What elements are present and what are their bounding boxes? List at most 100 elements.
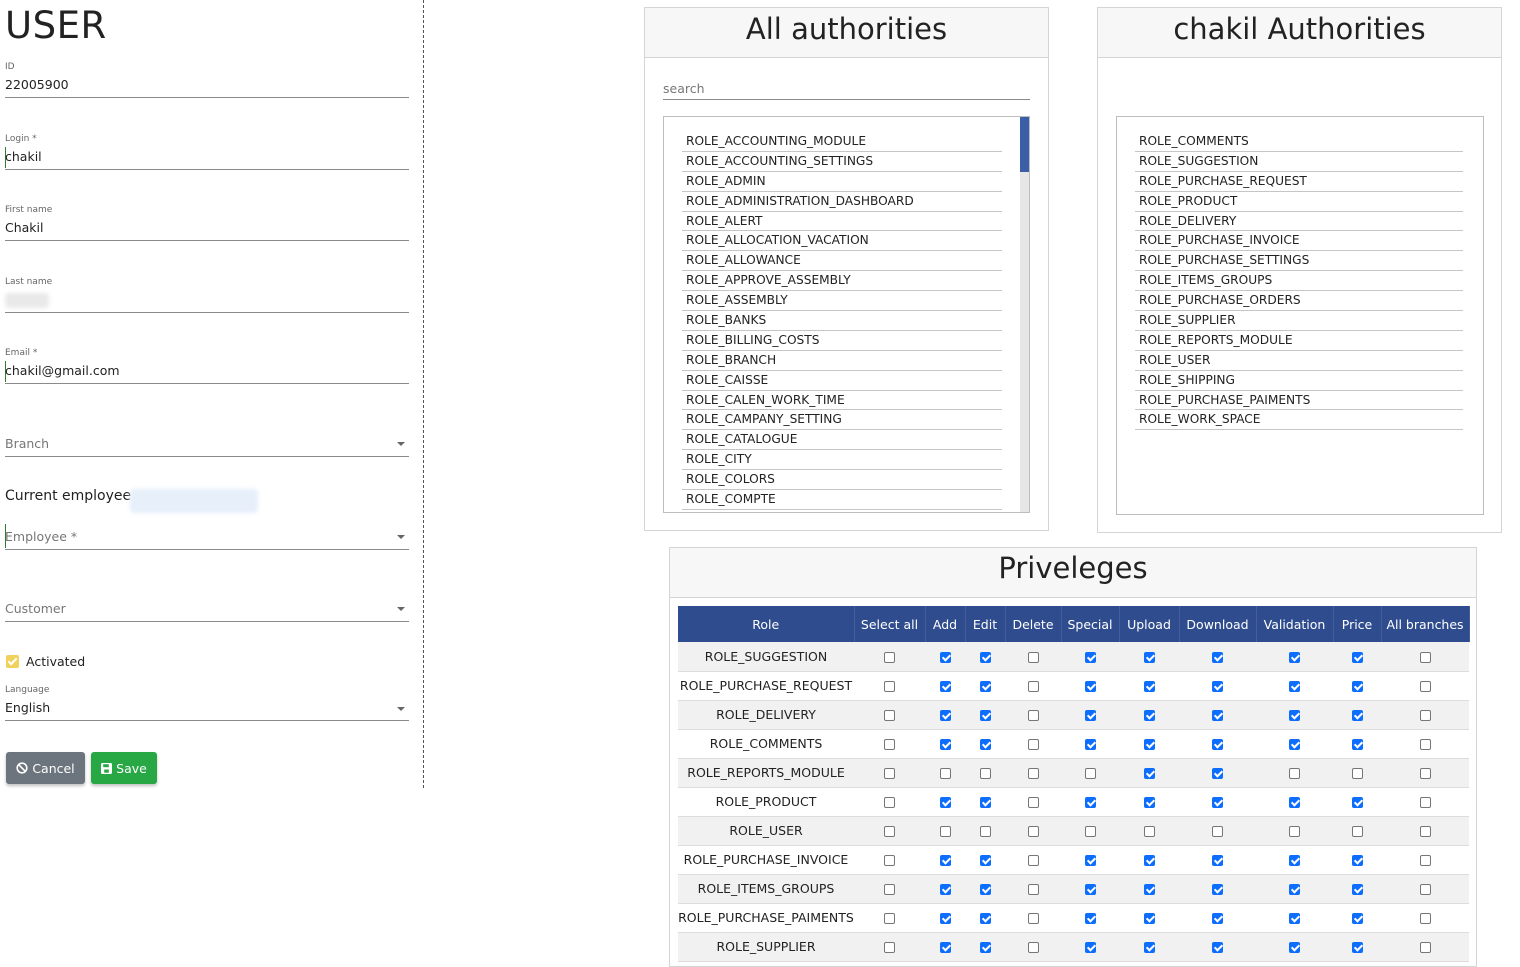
privilege-checkbox-delete[interactable] [1027, 826, 1039, 837]
privilege-checkbox-download[interactable] [1212, 855, 1223, 866]
privilege-checkbox-delete[interactable] [1027, 710, 1039, 721]
privilege-checkbox-price[interactable] [1351, 768, 1363, 779]
privilege-checkbox-download[interactable] [1212, 739, 1223, 750]
user-authority-list-item[interactable]: ROLE_SUPPLIER [1135, 311, 1463, 331]
privilege-checkbox-add[interactable] [939, 681, 951, 692]
privilege-checkbox-add[interactable] [939, 884, 951, 895]
all-authorities-list[interactable]: ROLE_ACCOUNTING_MODULE ROLE_ACCOUNTING_SE… [663, 116, 1030, 513]
privilege-checkbox-add[interactable] [939, 942, 951, 953]
customer-select[interactable]: Customer [5, 595, 409, 622]
privilege-checkbox-special[interactable] [1084, 826, 1096, 837]
privilege-checkbox-special[interactable] [1084, 913, 1096, 924]
user-authority-list-item[interactable]: ROLE_DELIVERY [1135, 212, 1463, 232]
privilege-checkbox-validation[interactable] [1289, 739, 1300, 750]
user-authority-list-item[interactable]: ROLE_ITEMS_GROUPS [1135, 271, 1463, 292]
user-authority-list-item[interactable]: ROLE_PURCHASE_REQUEST [1135, 172, 1463, 192]
privilege-checkbox-select-all[interactable] [884, 797, 895, 808]
privilege-checkbox-delete[interactable] [1027, 739, 1039, 750]
authority-list-item[interactable]: ROLE_BILLING_COSTS [682, 331, 1002, 351]
privilege-checkbox-upload[interactable] [1143, 913, 1155, 924]
privilege-checkbox-price[interactable] [1351, 913, 1363, 924]
privilege-checkbox-edit[interactable] [979, 826, 991, 837]
privilege-checkbox-select-all[interactable] [884, 855, 895, 866]
authority-list-item[interactable]: ROLE_ALERT [682, 212, 1002, 232]
privilege-checkbox-download[interactable] [1212, 942, 1223, 953]
privilege-checkbox-select-all[interactable] [884, 884, 895, 895]
privilege-checkbox-download[interactable] [1212, 710, 1223, 721]
privilege-checkbox-delete[interactable] [1027, 681, 1039, 692]
privilege-checkbox-select-all[interactable] [884, 826, 895, 837]
search-field[interactable] [663, 77, 1030, 100]
privilege-checkbox-price[interactable] [1351, 942, 1363, 953]
privilege-checkbox-upload[interactable] [1143, 739, 1155, 750]
privilege-checkbox-add[interactable] [939, 768, 951, 779]
privilege-checkbox-validation[interactable] [1289, 710, 1300, 721]
authority-list-item[interactable]: ROLE_ACCOUNTING_SETTINGS [682, 152, 1002, 172]
privilege-checkbox-special[interactable] [1084, 739, 1096, 750]
authority-list-item[interactable]: ROLE_ASSEMBLY [682, 291, 1002, 312]
privilege-checkbox-validation[interactable] [1289, 797, 1300, 808]
privilege-checkbox-delete[interactable] [1027, 855, 1039, 866]
privilege-checkbox-delete[interactable] [1027, 797, 1039, 808]
privilege-checkbox-special[interactable] [1084, 681, 1096, 692]
privilege-checkbox-special[interactable] [1084, 884, 1096, 895]
privilege-checkbox-price[interactable] [1351, 855, 1363, 866]
privilege-checkbox-download[interactable] [1212, 651, 1223, 663]
authority-list-item[interactable]: ROLE_ADMINISTRATION_DASHBOARD [682, 192, 1002, 212]
user-authority-list-item[interactable]: ROLE_PURCHASE_INVOICE [1135, 231, 1463, 252]
privilege-checkbox-all-branches[interactable] [1419, 884, 1431, 895]
privilege-checkbox-price[interactable] [1351, 710, 1363, 721]
authority-list-item[interactable]: ROLE_COMPTE [682, 490, 1002, 510]
privilege-checkbox-price[interactable] [1351, 797, 1363, 808]
privilege-checkbox-delete[interactable] [1027, 651, 1039, 663]
authority-list-item[interactable]: ROLE_ALLOWANCE [682, 251, 1002, 272]
privilege-checkbox-special[interactable] [1084, 797, 1096, 808]
privilege-checkbox-download[interactable] [1212, 884, 1223, 895]
privilege-checkbox-select-all[interactable] [884, 739, 895, 750]
privilege-checkbox-select-all[interactable] [884, 681, 895, 692]
privilege-checkbox-select-all[interactable] [884, 651, 895, 663]
privilege-checkbox-upload[interactable] [1143, 681, 1155, 692]
privilege-checkbox-validation[interactable] [1289, 651, 1300, 663]
authority-list-item[interactable]: ROLE_BANKS [682, 311, 1002, 331]
privilege-checkbox-validation[interactable] [1289, 826, 1300, 837]
privilege-checkbox-validation[interactable] [1289, 942, 1300, 953]
privilege-checkbox-download[interactable] [1212, 681, 1223, 692]
privilege-checkbox-price[interactable] [1351, 884, 1363, 895]
privilege-checkbox-upload[interactable] [1143, 651, 1155, 663]
privilege-checkbox-upload[interactable] [1143, 884, 1155, 895]
privilege-checkbox-all-branches[interactable] [1419, 913, 1431, 924]
privilege-checkbox-select-all[interactable] [884, 913, 895, 924]
privilege-checkbox-price[interactable] [1351, 651, 1363, 663]
search-input[interactable] [663, 77, 1030, 99]
login-field[interactable]: Login * chakil [5, 134, 409, 170]
authority-list-item[interactable]: ROLE_COLORS [682, 470, 1002, 491]
authority-list-item[interactable]: ROLE_CAISSE [682, 371, 1002, 391]
user-authority-list-item[interactable]: ROLE_PURCHASE_SETTINGS [1135, 251, 1463, 272]
first-name-field[interactable]: First name Chakil [5, 205, 409, 241]
privilege-checkbox-special[interactable] [1084, 651, 1096, 663]
privilege-checkbox-validation[interactable] [1289, 884, 1300, 895]
privilege-checkbox-special[interactable] [1084, 768, 1096, 779]
privilege-checkbox-upload[interactable] [1143, 855, 1155, 866]
privilege-checkbox-all-branches[interactable] [1419, 942, 1431, 953]
privilege-checkbox-delete[interactable] [1027, 884, 1039, 895]
user-authority-list-item[interactable]: ROLE_SUGGESTION [1135, 152, 1463, 172]
user-authorities-list[interactable]: ROLE_COMMENTS ROLE_SUGGESTION ROLE_PURCHAS… [1116, 116, 1484, 515]
privilege-checkbox-validation[interactable] [1289, 681, 1300, 692]
privilege-checkbox-price[interactable] [1351, 739, 1363, 750]
user-authority-list-item[interactable]: ROLE_SHIPPING [1135, 371, 1463, 391]
user-authority-list-item[interactable]: ROLE_COMMENTS [1135, 132, 1463, 152]
authority-list-item[interactable]: ROLE_BRANCH [682, 351, 1002, 371]
privilege-checkbox-all-branches[interactable] [1419, 681, 1431, 692]
privilege-checkbox-all-branches[interactable] [1419, 739, 1431, 750]
privilege-checkbox-download[interactable] [1212, 768, 1223, 779]
privilege-checkbox-download[interactable] [1212, 797, 1223, 808]
privilege-checkbox-all-branches[interactable] [1419, 768, 1431, 779]
last-name-field[interactable]: Last name [5, 277, 409, 313]
user-authority-list-item[interactable]: ROLE_PURCHASE_ORDERS [1135, 291, 1463, 312]
activated-checkbox-row[interactable]: Activated [6, 654, 85, 669]
save-button[interactable]: Save [91, 752, 157, 784]
authority-list-item[interactable]: ROLE_ACCOUNTING_MODULE [682, 132, 1002, 152]
privilege-checkbox-delete[interactable] [1027, 768, 1039, 779]
